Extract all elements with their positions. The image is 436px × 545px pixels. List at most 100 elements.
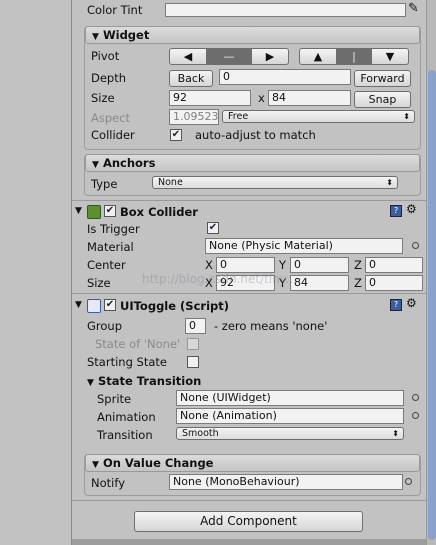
center-z-field[interactable]: 0 [365, 257, 423, 273]
transition-label: Transition [97, 428, 153, 442]
box-collider-enabled-checkbox[interactable]: ✔ [104, 205, 116, 217]
depth-forward-button[interactable]: Forward [354, 70, 411, 87]
size-x-label: x [258, 91, 265, 105]
object-picker-icon[interactable] [405, 478, 412, 485]
object-picker-icon[interactable] [412, 242, 419, 249]
state-none-checkbox [187, 338, 199, 350]
collider-size-label: Size [87, 276, 111, 290]
aspect-mode-dropdown[interactable]: Free ⬍ [222, 110, 415, 123]
sprite-field[interactable]: None (UIWidget) [176, 390, 404, 406]
anchor-type-value: None [158, 177, 183, 188]
collapse-triangle-icon: ▼ [92, 460, 99, 470]
script-icon [87, 299, 101, 313]
on-value-change-header[interactable]: ▼ On Value Change [85, 454, 420, 472]
notify-field[interactable]: None (MonoBehaviour) [169, 474, 403, 490]
vertical-scrollbar[interactable] [426, 0, 436, 545]
state-transition-title: State Transition [97, 374, 202, 388]
anchors-header[interactable]: ▼ Anchors [85, 154, 420, 172]
uitoggle-enabled-checkbox[interactable]: ✔ [104, 299, 116, 311]
divider [72, 293, 426, 294]
color-tint-field[interactable] [165, 3, 406, 17]
size-height-field[interactable]: 84 [268, 90, 351, 106]
starting-state-label: Starting State [87, 355, 167, 369]
center-x-label: X [205, 258, 213, 272]
depth-label: Depth [91, 71, 127, 85]
expand-triangle-icon[interactable]: ▼ [75, 206, 82, 216]
depth-back-button[interactable]: Back [169, 70, 213, 87]
box-collider-title: Box Collider [120, 205, 198, 219]
left-panel-strip [0, 0, 72, 545]
transition-dropdown[interactable]: Smooth ⬍ [176, 427, 404, 440]
material-field[interactable]: None (Physic Material) [205, 238, 403, 254]
notify-label: Notify [91, 476, 125, 490]
center-x-field[interactable]: 0 [216, 257, 275, 273]
center-label: Center [87, 258, 126, 272]
gear-icon[interactable]: ⚙ [406, 296, 417, 310]
sprite-label: Sprite [97, 392, 132, 406]
snap-button[interactable]: Snap [354, 91, 411, 108]
collider-text: auto-adjust to match [195, 128, 316, 142]
aspect-field: 1.09523 [169, 109, 219, 125]
animation-label: Animation [97, 410, 156, 424]
pivot-label: Pivot [91, 49, 120, 63]
size-width-field[interactable]: 92 [169, 90, 251, 106]
depth-field[interactable]: 0 [219, 69, 351, 85]
center-z-label: Z [354, 258, 362, 272]
widget-title: Widget [102, 28, 150, 42]
collapse-triangle-icon: ▼ [92, 160, 99, 170]
divider [72, 500, 426, 501]
pivot-center-button[interactable]: — [206, 48, 252, 65]
dropdown-arrow-icon: ⬍ [386, 178, 393, 187]
anchors-title: Anchors [102, 156, 156, 170]
eyedropper-icon[interactable]: ✎ [408, 1, 419, 16]
aspect-mode-value: Free [228, 111, 249, 122]
object-picker-icon[interactable] [412, 394, 419, 401]
object-picker-icon[interactable] [412, 412, 419, 419]
group-hint: - zero means 'none' [214, 319, 328, 333]
help-icon[interactable]: ? [390, 205, 402, 217]
state-transition-header[interactable]: ▼ State Transition [87, 374, 201, 388]
gear-icon[interactable]: ⚙ [406, 202, 417, 216]
animation-field[interactable]: None (Animation) [176, 408, 404, 424]
anchor-type-label: Type [91, 177, 118, 191]
pivot-right-button[interactable]: ▶ [251, 48, 289, 65]
pivot-left-button[interactable]: ◀ [169, 48, 207, 65]
pivot-top-button[interactable]: ▲ [299, 48, 337, 65]
on-value-change-title: On Value Change [102, 456, 214, 470]
collapse-triangle-icon: ▼ [92, 32, 99, 42]
dropdown-arrow-icon: ⬍ [403, 112, 410, 121]
help-icon[interactable]: ? [390, 299, 402, 311]
is-trigger-checkbox[interactable]: ✔ [207, 222, 219, 234]
size-label: Size [91, 91, 115, 105]
collider-label: Collider [91, 128, 135, 142]
inspector-panel: Color Tint ✎ ▼ Widget Pivot ◀ — ▶ ▲ | ▼ … [72, 0, 426, 545]
group-field[interactable]: 0 [185, 318, 206, 334]
collider-checkbox[interactable]: ✔ [170, 129, 182, 141]
expand-triangle-icon[interactable]: ▼ [75, 300, 82, 310]
watermark: http://blog.csdn.net/tiny... [142, 272, 297, 286]
aspect-label: Aspect [91, 111, 131, 125]
group-label: Group [87, 319, 123, 333]
collider-size-z-field[interactable]: 0 [365, 275, 423, 291]
transition-value: Smooth [182, 428, 219, 439]
pivot-bottom-button[interactable]: ▼ [371, 48, 409, 65]
widget-header[interactable]: ▼ Widget [85, 26, 420, 44]
divider [72, 200, 426, 201]
add-component-button[interactable]: Add Component [134, 511, 363, 532]
collapse-triangle-icon: ▼ [87, 378, 94, 388]
is-trigger-label: Is Trigger [87, 222, 140, 236]
material-label: Material [87, 240, 134, 254]
scrollbar-thumb[interactable] [428, 70, 436, 540]
pivot-middle-button[interactable]: | [336, 48, 372, 65]
uitoggle-title: UIToggle (Script) [120, 299, 229, 313]
bottom-bar [72, 539, 426, 545]
dropdown-arrow-icon: ⬍ [392, 429, 399, 438]
collider-size-y-field[interactable]: 84 [290, 275, 349, 291]
starting-state-checkbox[interactable] [187, 356, 199, 368]
center-y-label: Y [279, 258, 287, 272]
state-none-label: State of 'None' [95, 337, 181, 351]
size-z-axis-label: Z [354, 276, 362, 290]
anchor-type-dropdown[interactable]: None ⬍ [152, 176, 398, 189]
center-y-field[interactable]: 0 [290, 257, 349, 273]
box-collider-icon [87, 205, 101, 219]
